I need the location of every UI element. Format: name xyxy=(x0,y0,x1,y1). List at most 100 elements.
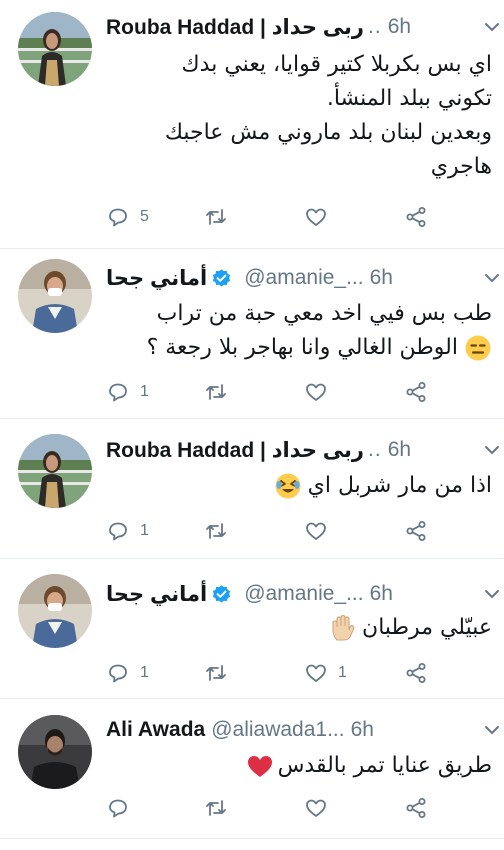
tweet-line: تكوني ببلد المنشأ. xyxy=(326,86,492,111)
tweet[interactable]: Rouba Haddad | ربى حداد .. 6h اذا من مار… xyxy=(0,419,504,558)
reply-button[interactable]: 1 xyxy=(106,379,149,405)
name-truncation: .. xyxy=(368,438,382,461)
timestamp[interactable]: 6h xyxy=(370,582,393,606)
reply-count: 1 xyxy=(140,383,149,400)
name-truncation: .. xyxy=(368,15,382,38)
avatar[interactable] xyxy=(18,574,92,648)
reply-icon xyxy=(109,522,127,541)
reply-button[interactable] xyxy=(106,795,140,821)
like-icon xyxy=(306,383,326,401)
tweet-line-with-emoji: اذا من مار شربل اي xyxy=(106,469,492,503)
like-icon xyxy=(306,664,326,682)
share-icon xyxy=(406,798,426,818)
chevron-down-icon[interactable] xyxy=(482,584,502,604)
reply-icon xyxy=(109,799,127,818)
tweet-line: طب بس فيي اخد معي حبة من تراب xyxy=(156,301,492,326)
share-icon xyxy=(406,382,426,402)
timestamp[interactable]: 6h xyxy=(370,266,393,290)
tweet-line: هاجري xyxy=(430,154,492,179)
share-icon xyxy=(406,663,426,683)
tweet-text: اذا من مار شربل اي xyxy=(106,469,492,503)
share-button[interactable] xyxy=(404,795,428,821)
handle[interactable]: @amanie_... xyxy=(244,266,363,290)
tweet-text: طريق عنايا تمر بالقدس xyxy=(106,749,492,783)
verified-badge-icon xyxy=(213,584,231,603)
handle[interactable]: @aliawada1... xyxy=(211,718,344,742)
tweet-line-with-emoji: عبيّلي مرطبان xyxy=(106,611,492,645)
tweet-line-with-emoji: الوطن الغالي وانا بهاجر بلا رجعة ؟ xyxy=(106,331,492,365)
tweet[interactable]: أماني جحا @amanie_... 6h عبيّلي مرطبان 1… xyxy=(0,559,504,698)
timestamp[interactable]: 6h xyxy=(388,15,411,39)
share-button[interactable] xyxy=(404,660,428,686)
tweet-line-text: الوطن الغالي وانا بهاجر بلا رجعة ؟ xyxy=(146,335,458,360)
reply-count: 1 xyxy=(140,522,149,539)
like-button[interactable] xyxy=(304,518,338,544)
raised-hand-emoji-icon xyxy=(332,614,355,641)
avatar[interactable] xyxy=(18,12,92,86)
like-button[interactable] xyxy=(304,204,338,230)
retweet-button[interactable] xyxy=(204,379,238,405)
timestamp[interactable]: 6h xyxy=(351,718,374,742)
retweet-icon xyxy=(206,665,226,681)
tweet-text: اي بس بكربلا كتير قوايا، يعني بدك تكوني … xyxy=(106,48,492,184)
like-button[interactable] xyxy=(304,379,338,405)
reply-icon xyxy=(109,664,127,683)
chevron-down-icon[interactable] xyxy=(482,268,502,288)
verified-badge-icon xyxy=(213,268,231,287)
tweet[interactable]: Rouba Haddad | ربى حداد .. 6h اي بس بكرب… xyxy=(0,0,504,248)
like-icon xyxy=(306,208,326,226)
tweet-line: اي بس بكربلا كتير قوايا، يعني بدك xyxy=(181,52,492,77)
like-count: 1 xyxy=(338,664,347,681)
retweet-button[interactable] xyxy=(204,660,238,686)
display-name[interactable]: Ali Awada xyxy=(106,718,205,742)
display-name[interactable]: أماني جحا xyxy=(106,266,207,291)
timestamp[interactable]: 6h xyxy=(388,438,411,462)
reply-count: 1 xyxy=(140,664,149,681)
like-button[interactable]: 1 xyxy=(304,660,347,686)
avatar[interactable] xyxy=(18,434,92,508)
tweet-line: وبعدين لبنان بلد ماروني مش عاجبك xyxy=(164,120,492,145)
chevron-down-icon[interactable] xyxy=(482,720,502,740)
display-name[interactable]: Rouba Haddad | ربى حداد xyxy=(106,438,364,463)
retweet-icon xyxy=(206,523,226,539)
retweet-button[interactable] xyxy=(204,518,238,544)
expressionless-face-emoji-icon xyxy=(465,335,491,361)
reply-button[interactable]: 5 xyxy=(106,204,149,230)
rolling-on-floor-laughing-emoji-icon xyxy=(275,473,301,499)
tweet-text: عبيّلي مرطبان xyxy=(106,611,492,645)
display-name[interactable]: Rouba Haddad | ربى حداد xyxy=(106,15,364,40)
tweet-line-with-emoji: طريق عنايا تمر بالقدس xyxy=(106,749,492,783)
retweet-button[interactable] xyxy=(204,204,238,230)
retweet-icon xyxy=(206,209,226,225)
share-button[interactable] xyxy=(404,204,428,230)
red-heart-emoji-icon xyxy=(247,756,272,777)
reply-button[interactable]: 1 xyxy=(106,660,149,686)
tweet-text: طب بس فيي اخد معي حبة من تراب الوطن الغا… xyxy=(106,297,492,365)
reply-count: 5 xyxy=(140,208,149,225)
handle[interactable]: @amanie_... xyxy=(244,582,363,606)
tweet-line-text: اذا من مار شربل اي xyxy=(307,473,492,498)
share-icon xyxy=(406,521,426,541)
tweet[interactable]: Ali Awada @aliawada1... 6h طريق عنايا تم… xyxy=(0,699,504,839)
reply-button[interactable]: 1 xyxy=(106,518,149,544)
chevron-down-icon[interactable] xyxy=(482,17,502,37)
share-icon xyxy=(406,207,426,227)
chevron-down-icon[interactable] xyxy=(482,440,502,460)
like-icon xyxy=(306,522,326,540)
retweet-icon xyxy=(206,384,226,400)
like-button[interactable] xyxy=(304,795,338,821)
retweet-button[interactable] xyxy=(204,795,238,821)
reply-icon xyxy=(109,208,127,227)
avatar[interactable] xyxy=(18,715,92,789)
reply-icon xyxy=(109,383,127,402)
retweet-icon xyxy=(206,800,226,816)
tweet[interactable]: أماني جحا @amanie_... 6h طب بس فيي اخد م… xyxy=(0,249,504,418)
avatar[interactable] xyxy=(18,259,92,333)
share-button[interactable] xyxy=(404,518,428,544)
share-button[interactable] xyxy=(404,379,428,405)
tweet-line-text: عبيّلي مرطبان xyxy=(362,615,492,640)
like-icon xyxy=(306,799,326,817)
display-name[interactable]: أماني جحا xyxy=(106,582,207,607)
tweet-line-text: طريق عنايا تمر بالقدس xyxy=(277,753,492,778)
divider xyxy=(0,838,504,839)
